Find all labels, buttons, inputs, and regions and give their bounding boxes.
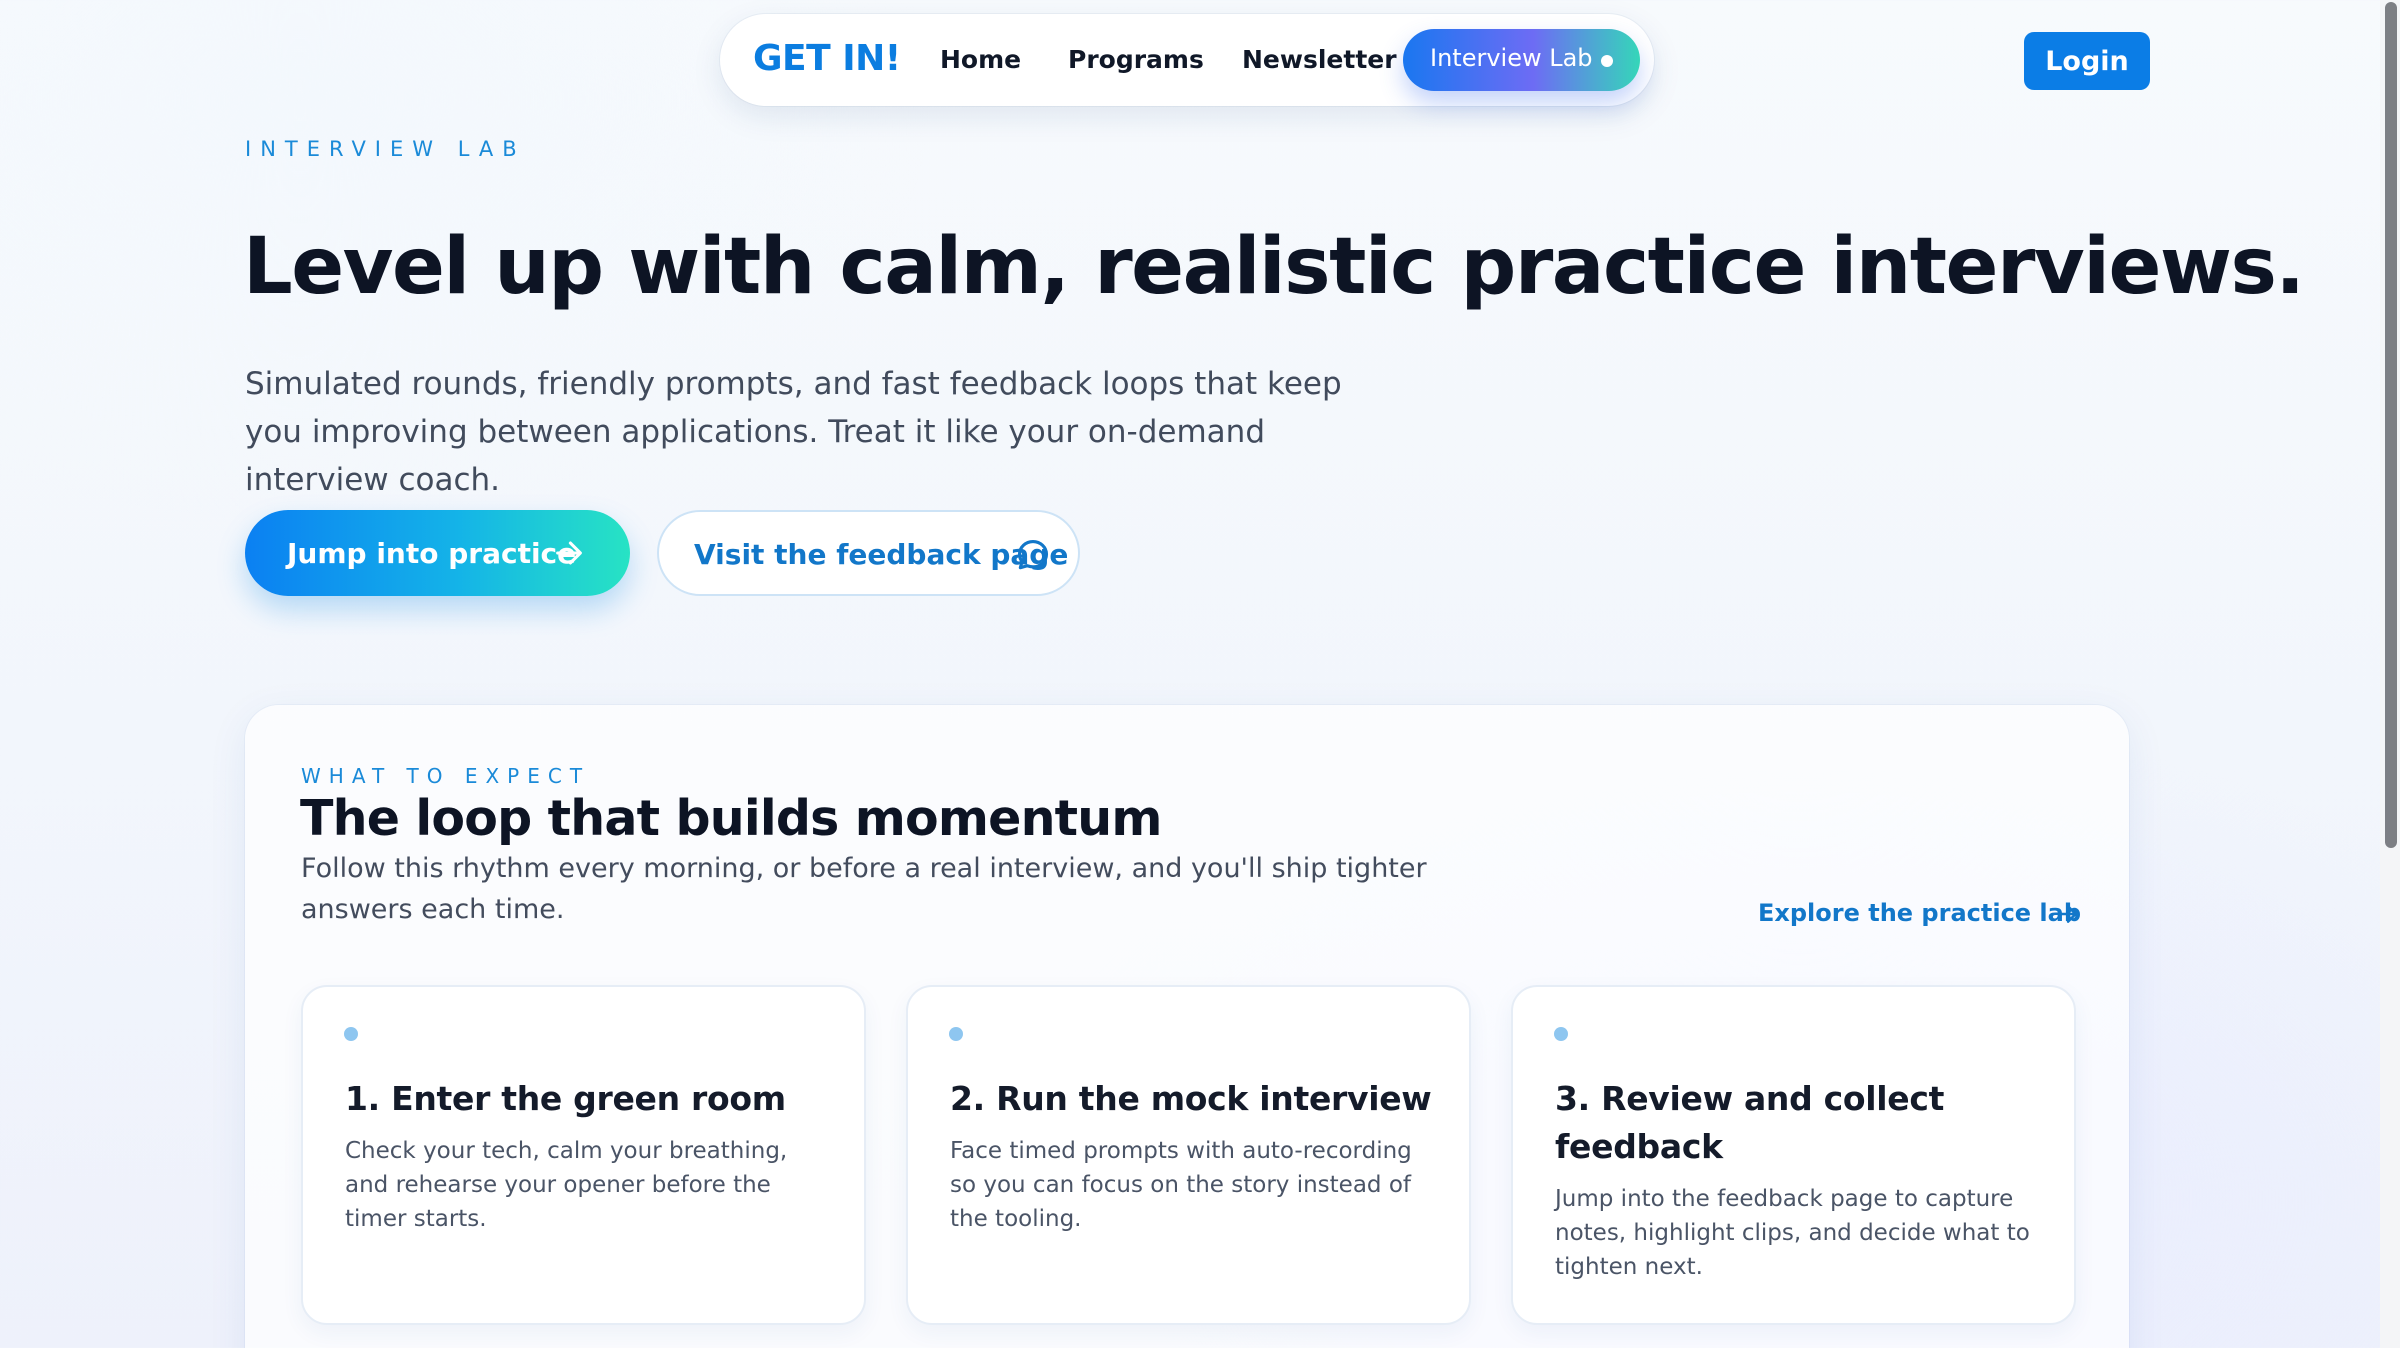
scrollbar-thumb[interactable] <box>2385 2 2397 848</box>
step-body: Check your tech, calm your breathing, an… <box>345 1138 788 1232</box>
nav-active-label: Interview Lab <box>1430 44 1593 72</box>
step-title: 3. Review and collect feedback <box>1555 1079 1945 1166</box>
step-title: 2. Run the mock interview <box>950 1079 1432 1118</box>
nav-link-newsletter[interactable]: Newsletter <box>1242 45 1397 74</box>
explore-practice-lab-link[interactable]: Explore the practice lab <box>1758 899 2081 927</box>
step-body: Jump into the feedback page to capture n… <box>1555 1186 2030 1280</box>
section-title: The loop that builds momentum <box>300 790 1162 847</box>
step-dot <box>344 1027 358 1041</box>
jump-into-practice-button[interactable]: Jump into practice <box>245 510 630 596</box>
section-eyebrow: WHAT TO EXPECT <box>301 764 591 788</box>
login-button[interactable]: Login <box>2024 32 2150 90</box>
top-nav: GET IN! Home Programs Newsletter Intervi… <box>720 14 1654 106</box>
chat-bubble-icon <box>1017 539 1049 570</box>
section-subtitle: Follow this rhythm every morning, or bef… <box>301 853 1427 925</box>
arrow-right-icon <box>2057 905 2077 923</box>
step-title: 1. Enter the green room <box>345 1079 786 1118</box>
step-card-review-feedback: 3. Review and collect feedback Jump into… <box>1511 985 2076 1325</box>
step-body: Face timed prompts with auto-recording s… <box>950 1138 1412 1232</box>
active-indicator-dot <box>1601 55 1613 67</box>
step-dot <box>949 1027 963 1041</box>
step-card-green-room: 1. Enter the green room Check your tech,… <box>301 985 866 1325</box>
explore-practice-lab-label: Explore the practice lab <box>1758 899 2082 927</box>
step-dot <box>1554 1027 1568 1041</box>
brand-logo[interactable]: GET IN! <box>753 38 901 79</box>
hero-title: Level up with calm, realistic practice i… <box>243 222 2305 312</box>
hero-subtitle: Simulated rounds, friendly prompts, and … <box>245 366 1342 498</box>
arrow-right-icon <box>556 541 582 565</box>
step-card-mock-interview: 2. Run the mock interview Face timed pro… <box>906 985 1471 1325</box>
nav-link-programs[interactable]: Programs <box>1068 45 1204 74</box>
what-to-expect-panel: WHAT TO EXPECT The loop that builds mome… <box>245 705 2129 1348</box>
nav-link-home[interactable]: Home <box>940 45 1021 74</box>
visit-feedback-page-label: Visit the feedback page <box>694 538 1069 571</box>
nav-link-interview-lab[interactable]: Interview Lab <box>1403 29 1640 91</box>
visit-feedback-page-button[interactable]: Visit the feedback page <box>657 510 1080 596</box>
hero-eyebrow: INTERVIEW LAB <box>245 137 526 161</box>
page-scrollbar[interactable] <box>2380 0 2400 1348</box>
jump-into-practice-label: Jump into practice <box>287 537 577 570</box>
